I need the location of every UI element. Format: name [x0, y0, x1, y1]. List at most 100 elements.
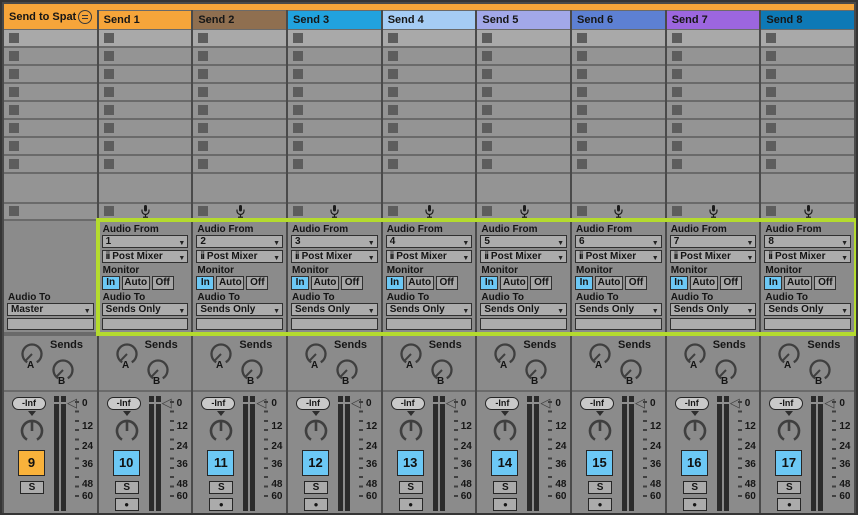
volume-display[interactable]: -Inf — [769, 397, 803, 410]
stop-all-clips-button[interactable] — [293, 206, 303, 216]
audio-to-select[interactable]: Sends Only▼ — [102, 303, 189, 316]
monitor-in-button[interactable]: In — [102, 276, 120, 290]
clip-stop-button[interactable] — [198, 51, 208, 61]
clip-slot[interactable] — [761, 30, 854, 46]
clip-slot[interactable] — [477, 120, 570, 136]
monitor-off-button[interactable]: Off — [436, 276, 458, 290]
pan-knob[interactable] — [396, 410, 426, 451]
clip-stop-button[interactable] — [482, 141, 492, 151]
send-knob-b[interactable]: B — [428, 357, 456, 390]
audio-to-select[interactable]: Sends Only▼ — [291, 303, 378, 316]
audio-to-select[interactable]: Master▼ — [7, 303, 94, 316]
clip-stop-button[interactable] — [766, 87, 776, 97]
audio-to-sub-select[interactable] — [196, 318, 283, 330]
clip-stop-button[interactable] — [577, 33, 587, 43]
clip-stop-button[interactable] — [293, 69, 303, 79]
send-knob-b[interactable]: B — [49, 357, 77, 390]
send-knob-a[interactable]: A — [207, 341, 235, 374]
clip-slot[interactable] — [4, 120, 97, 136]
clip-slot[interactable] — [383, 156, 476, 172]
clip-slot[interactable] — [477, 66, 570, 82]
audio-to-select[interactable]: Sends Only▼ — [386, 303, 473, 316]
send-knob-a[interactable]: A — [681, 341, 709, 374]
clip-stop-button[interactable] — [293, 159, 303, 169]
clip-slot[interactable] — [667, 48, 760, 64]
clip-slot[interactable] — [572, 30, 665, 46]
solo-button[interactable]: S — [683, 481, 707, 494]
send-knob-a[interactable]: A — [302, 341, 330, 374]
monitor-auto-button[interactable]: Auto — [122, 276, 150, 290]
clip-slot[interactable] — [477, 138, 570, 154]
clip-slot[interactable] — [4, 30, 97, 46]
clip-stop-button[interactable] — [104, 87, 114, 97]
clip-slot[interactable] — [383, 138, 476, 154]
volume-display[interactable]: -Inf — [391, 397, 425, 410]
clip-stop-button[interactable] — [388, 159, 398, 169]
send-knob-b[interactable]: B — [238, 357, 266, 390]
volume-display[interactable]: -Inf — [485, 397, 519, 410]
send-knob-b[interactable]: B — [144, 357, 172, 390]
clip-stop-button[interactable] — [766, 69, 776, 79]
monitor-auto-button[interactable]: Auto — [311, 276, 339, 290]
clip-stop-button[interactable] — [293, 33, 303, 43]
clip-slot[interactable] — [667, 138, 760, 154]
clip-slot[interactable] — [477, 30, 570, 46]
monitor-in-button[interactable]: In — [764, 276, 782, 290]
clip-stop-button[interactable] — [672, 87, 682, 97]
routing-point-select[interactable]: iiPost Mixer▼ — [575, 250, 662, 263]
send-knob-a[interactable]: A — [491, 341, 519, 374]
clip-slot[interactable] — [477, 84, 570, 100]
clip-stop-button[interactable] — [766, 159, 776, 169]
clip-stop-button[interactable] — [198, 141, 208, 151]
clip-stop-button[interactable] — [388, 141, 398, 151]
clip-stop-button[interactable] — [766, 105, 776, 115]
clip-slot[interactable] — [288, 102, 381, 118]
audio-from-select[interactable]: 6▼ — [575, 235, 662, 248]
clip-stop-button[interactable] — [198, 105, 208, 115]
track-activator-button[interactable]: 11 — [207, 450, 234, 476]
audio-from-select[interactable]: 2▼ — [196, 235, 283, 248]
clip-slot[interactable] — [477, 156, 570, 172]
clip-slot[interactable] — [572, 84, 665, 100]
clip-slot[interactable] — [193, 138, 286, 154]
monitor-off-button[interactable]: Off — [625, 276, 647, 290]
clip-stop-button[interactable] — [672, 159, 682, 169]
send-knob-a[interactable]: A — [113, 341, 141, 374]
track-header[interactable]: Send 7 — [667, 11, 760, 29]
audio-to-sub-select[interactable] — [670, 318, 757, 330]
clip-slot[interactable] — [667, 84, 760, 100]
solo-button[interactable]: S — [493, 481, 517, 494]
stop-all-clips-button[interactable] — [9, 206, 19, 216]
clip-slot[interactable] — [288, 138, 381, 154]
clip-stop-button[interactable] — [672, 51, 682, 61]
routing-point-select[interactable]: iiPost Mixer▼ — [386, 250, 473, 263]
clip-stop-button[interactable] — [388, 87, 398, 97]
clip-slot[interactable] — [761, 66, 854, 82]
solo-button[interactable]: S — [304, 481, 328, 494]
audio-to-sub-select[interactable] — [575, 318, 662, 330]
clip-stop-button[interactable] — [104, 159, 114, 169]
volume-display[interactable]: -Inf — [201, 397, 235, 410]
track-header[interactable]: Send 3 — [288, 11, 381, 29]
arm-record-button[interactable]: ● — [304, 498, 328, 511]
clip-stop-button[interactable] — [577, 87, 587, 97]
clip-stop-button[interactable] — [482, 69, 492, 79]
track-activator-button[interactable]: 15 — [586, 450, 613, 476]
track-activator-button[interactable]: 14 — [491, 450, 518, 476]
clip-slot[interactable] — [667, 120, 760, 136]
clip-stop-button[interactable] — [577, 123, 587, 133]
monitor-off-button[interactable]: Off — [152, 276, 174, 290]
clip-stop-button[interactable] — [104, 33, 114, 43]
clip-slot[interactable] — [572, 156, 665, 172]
arm-record-button[interactable]: ● — [683, 498, 707, 511]
arm-record-button[interactable]: ● — [115, 498, 139, 511]
clip-slot[interactable] — [4, 48, 97, 64]
clip-slot[interactable] — [288, 120, 381, 136]
clip-stop-button[interactable] — [198, 123, 208, 133]
track-header[interactable]: Send 5 — [477, 11, 570, 29]
clip-slot[interactable] — [99, 156, 192, 172]
monitor-auto-button[interactable]: Auto — [690, 276, 718, 290]
clip-stop-button[interactable] — [198, 69, 208, 79]
solo-button[interactable]: S — [20, 481, 44, 494]
clip-slot[interactable] — [383, 30, 476, 46]
